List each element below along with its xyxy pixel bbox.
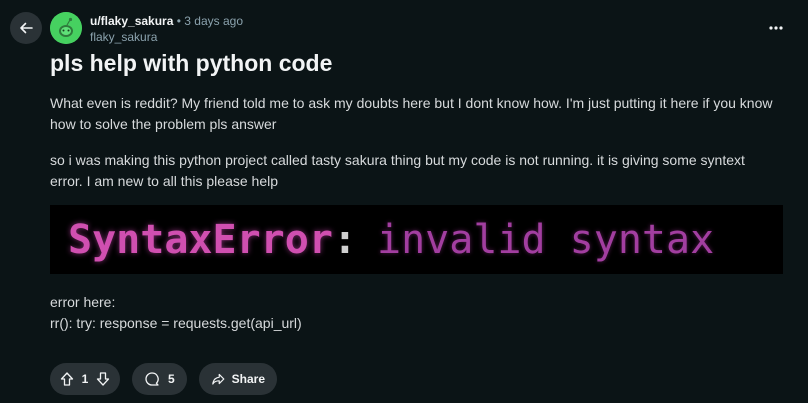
author-username[interactable]: u/flaky_sakura — [90, 14, 173, 28]
vote-control: 1 — [50, 363, 120, 395]
share-button[interactable]: Share — [199, 363, 277, 395]
avatar[interactable] — [50, 12, 82, 44]
more-horizontal-icon — [769, 26, 783, 30]
share-label: Share — [231, 372, 265, 386]
upvote-button[interactable] — [56, 368, 78, 390]
post-title: pls help with python code — [50, 50, 333, 76]
error-message: invalid syntax — [377, 216, 715, 263]
vote-count: 1 — [81, 372, 89, 386]
comment-bubble-icon — [145, 372, 159, 386]
post-time: 3 days ago — [184, 14, 243, 28]
error-colon: : — [332, 216, 357, 263]
back-button[interactable] — [10, 12, 42, 44]
arrow-left-icon — [20, 22, 33, 34]
comments-button[interactable]: 5 — [132, 363, 187, 395]
post-meta: u/flaky_sakura • 3 days ago flaky_sakura — [90, 13, 243, 45]
error-here-label: error here: — [50, 294, 116, 310]
post-paragraph-2: so i was making this python project call… — [50, 152, 745, 189]
error-name: SyntaxError — [68, 216, 333, 263]
more-options-button[interactable] — [764, 18, 788, 38]
arrow-down-icon — [96, 372, 110, 386]
meta-separator: • — [176, 14, 181, 28]
post-actions: 1 5 Share — [50, 363, 277, 395]
author-display-name: flaky_sakura — [90, 30, 158, 44]
snoo-avatar-icon — [50, 12, 82, 44]
comment-count: 5 — [168, 372, 175, 386]
error-code-line: rr(): try: response = requests.get(api_u… — [50, 315, 302, 331]
post-paragraph-1: What even is reddit? My friend told me t… — [50, 95, 773, 132]
downvote-button[interactable] — [92, 368, 114, 390]
post-paragraph-3: error here: rr(): try: response = reques… — [50, 292, 780, 334]
arrow-up-icon — [60, 372, 74, 386]
syntax-error-image[interactable]: SyntaxError: invalid syntax — [50, 205, 783, 274]
share-icon — [212, 373, 225, 385]
